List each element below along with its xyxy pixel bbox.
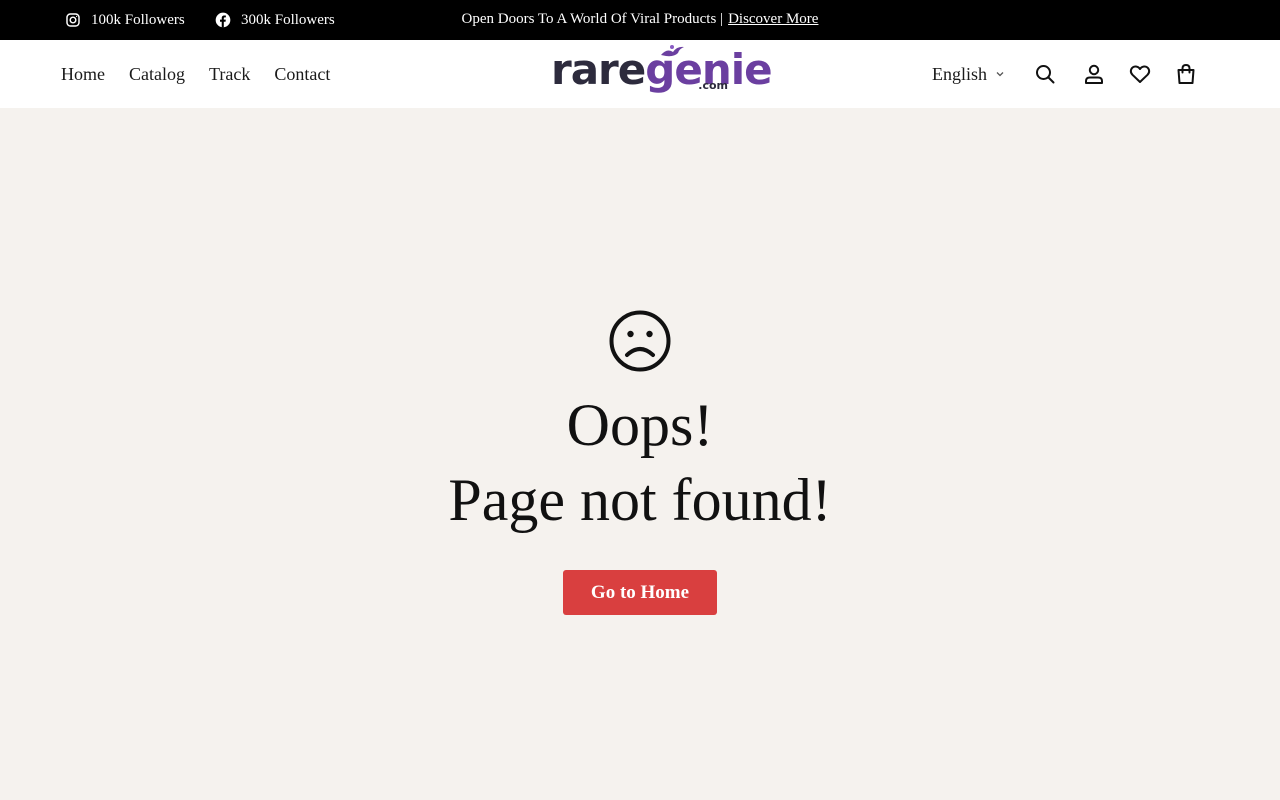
heart-icon [1129, 65, 1151, 83]
account-icon [1085, 64, 1103, 84]
language-label: English [932, 63, 988, 84]
header-tools: English [880, 40, 1280, 108]
search-button[interactable] [1033, 62, 1057, 86]
shopping-bag-icon [1177, 64, 1195, 84]
site-logo[interactable]: raregenie .com [551, 45, 773, 98]
go-to-home-button[interactable]: Go to Home [563, 570, 717, 615]
cart-button[interactable] [1174, 62, 1198, 86]
nav-home[interactable]: Home [61, 64, 105, 85]
search-icon [1036, 65, 1055, 84]
sad-face-icon [609, 310, 671, 372]
logo-com: .com [698, 79, 728, 92]
oops-heading: Oops! [566, 392, 714, 458]
discover-more-link[interactable]: Discover More [728, 11, 818, 28]
announcement-text: Open Doors To A World Of Viral Products … [461, 10, 724, 27]
announcement: Open Doors To A World Of Viral Products … [0, 0, 1280, 38]
announcement-bar: 100k Followers 300k Followers Open Doors… [0, 0, 1280, 40]
nav-catalog[interactable]: Catalog [129, 64, 185, 85]
nav-contact[interactable]: Contact [274, 64, 330, 85]
wishlist-button[interactable] [1128, 62, 1152, 86]
logo-text: raregenie [551, 45, 773, 94]
chevron-down-icon [996, 72, 1004, 77]
not-found-section: Oops! Page not found! Go to Home [0, 108, 1280, 800]
language-selector[interactable]: English [932, 40, 1005, 108]
nav-track[interactable]: Track [209, 64, 250, 85]
account-button[interactable] [1082, 62, 1106, 86]
logo-rare: rare [551, 45, 646, 94]
main-nav: Home Catalog Track Contact [61, 40, 354, 108]
site-header: Home Catalog Track Contact raregenie .co… [0, 40, 1280, 108]
page-not-found-heading: Page not found! [448, 467, 832, 533]
